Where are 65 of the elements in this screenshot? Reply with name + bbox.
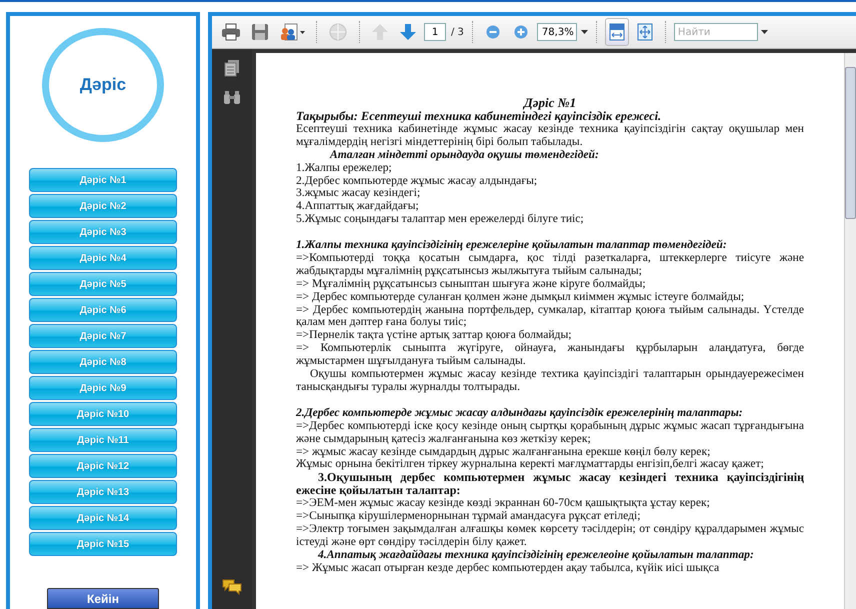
fit-width-button[interactable]: [604, 18, 629, 46]
lecture-button[interactable]: Дәріс №13: [29, 480, 177, 504]
comments-icon[interactable]: [222, 579, 242, 595]
document-heading: Тақырыбы: Есептеуші техника кабинетіндегі қауіпсіздік ережесі.: [296, 110, 662, 123]
document-paragraph: 4.Аппаттық жағдайдағы;: [296, 200, 420, 214]
zoom-in-icon: [514, 25, 528, 39]
document-paragraph: =>Компьютерді тоққа қосатын сымдарға, қос тілді разеткаларға, штеккерлерге тиісуге және жабдықтарды мұғалімнің рұқсатынсыз жылжытуға тыйым салынады;: [296, 252, 804, 278]
document-heading: 4.Аппатық жағдайдағы техника қауіпсіздігінің ережелеоіне қойылатын талаптар:: [316, 548, 755, 562]
document-paragraph: => Компьютерлік сыныпта жүгіруге, ойнауға, жанындағы құрбыларын алаңдатуға, бөгде жұмыстармен шұғылдануға тыйым салынады.: [296, 342, 804, 368]
page-total: / 3: [451, 26, 464, 38]
document-paragraph: => жұмыс жасау кезінде сымдардың дұрыс жалғанғанына ерекше көңіл бөлу керек;: [296, 446, 712, 458]
lecture-button[interactable]: Дәріс №14: [29, 506, 177, 530]
document-title: Дәріс №1: [522, 95, 578, 110]
lecture-button[interactable]: Дәріс №3: [29, 220, 177, 244]
document-paragraph: =>Дербес компьютерді іске қосу кезінде оның сыртқы қорабының дұрыс жұмыс жасап тұрғандығына және сымдарының қатесіз жалғанғанына көз жеткізу керек;: [296, 420, 804, 446]
lecture-button[interactable]: Дәріс №8: [29, 350, 177, 374]
document-paragraph: Есептеуші техника кабинетінде жұмыс жасау кезінде техника қауіпсіздігін сақтау оқушылар мен мұғалімдердің негізгі міндеттерінің бірі болып табылады.: [296, 122, 804, 149]
binoculars-icon[interactable]: [223, 91, 241, 105]
lecture-button[interactable]: Дәріс №12: [29, 454, 177, 478]
document-people-icon: [279, 23, 305, 41]
document-paragraph: =>Пернелік тақта үстіне артық заттар қоюға болмайды;: [296, 329, 572, 342]
print-icon: [221, 23, 241, 41]
lecture-button[interactable]: Дәріс №6: [29, 298, 177, 322]
document-paragraph: =>ЭЕМ-мен жұмыс жасау кезінде көзді экраннан 60-70см қашықтықта ұстау керек;: [296, 497, 711, 510]
document-paragraph: 3.жұмыс жасау кезіндегі;: [296, 187, 420, 200]
caret-icon: [580, 30, 588, 34]
logo-text: Дәріс: [80, 75, 126, 96]
document-paragraph: => Жұмыс жасап отырған кезде дербес компьютерден ақау табылса, күйік иісі шықса: [296, 562, 720, 575]
document-heading: 3.Оқушының дербес компьютермен жұмыс жасау кезіндегі техника қауіпсіздігінің ежесіне қойылатын талаптар:: [296, 471, 804, 498]
search-field[interactable]: Найти: [674, 23, 758, 41]
lecture-button[interactable]: Дәріс №2: [29, 194, 177, 218]
document-heading: 2.Дербес компьютерде жұмыс жасау алдындағы қауіпсіздік ережелерінің талаптары:: [296, 406, 744, 420]
document-paragraph: => Дербес компьютерде суланған қолмен және дымқыл киіммен жұмыс істеуге болмайды;: [296, 290, 746, 304]
document-paragraph: 2.Дербес компьютерде жұмыс жасау алдындағы;: [296, 174, 538, 188]
document-paragraph: 5.Жұмыс соңындағы талаптар мен ережелерді білуге тиіс;: [296, 213, 585, 226]
scrollbar-thumb[interactable]: [845, 67, 856, 219]
lecture-button[interactable]: Дәріс №10: [29, 402, 177, 426]
lecture-button[interactable]: Дәріс №9: [29, 376, 177, 400]
lecture-button[interactable]: Дәріс №11: [29, 428, 177, 452]
pages-icon[interactable]: [224, 59, 240, 77]
document-paragraph: => Мұғалімнің рұқсатынсыз сыныптан шығуға және кіруге болмайды;: [296, 278, 647, 291]
document-paragraph: => Дербес компьютердің жанына портфельдер, сумкалар, кітаптар қоюға тыйым салынады. Үстелде қалам мен дәптер ғана болуы тиіс;: [296, 304, 804, 330]
save-icon: [251, 23, 269, 41]
zoom-out-icon: [486, 25, 500, 39]
lecture-button[interactable]: Дәріс №1: [29, 168, 177, 192]
page-number-field[interactable]: 1: [424, 23, 446, 41]
document-heading: 1.Жалпы техника қауіпсіздігінің ережелеріне қойылатын талаптар төмендегідей:: [296, 239, 728, 252]
document-paragraph: =>Сыныпқа кірушілерменорнынан тұрмай амандасуға рұқсат етіледі;: [296, 510, 642, 523]
fit-width-icon: [608, 23, 626, 41]
globe-icon: [328, 23, 348, 41]
lecture-button[interactable]: Дәріс №4: [29, 246, 177, 270]
lecture-button[interactable]: Дәріс №15: [29, 532, 177, 556]
fit-page-icon: [636, 23, 654, 41]
next-button[interactable]: Кейін: [47, 588, 159, 609]
scrollbar[interactable]: [844, 53, 856, 609]
document-heading: Аталған міндетті орындауда оқушы төмендегідей:: [328, 148, 600, 162]
lecture-button[interactable]: Дәріс №7: [29, 324, 177, 348]
document-paragraph: =>Электр тоғымен зақымдалған алғашқы көмек көрсету тәсілдерін; от сөндіру құралдарымен жұмыс істеуді және өрт сөндіру тәсілдерін білу қажет.: [296, 522, 804, 549]
document-paragraph: 1.Жалпы ережелер;: [296, 162, 393, 175]
lecture-button[interactable]: Дәріс №5: [29, 272, 177, 296]
up-arrow-icon: [371, 23, 389, 41]
document-paragraph: Оқушы компьютермен жұмыс жасау кезінде техтика қауіпсіздігі талаптарын орындауережесімен танысқандығы туралы журналды толтырады.: [296, 368, 804, 394]
down-arrow-icon: [399, 23, 417, 41]
caret-icon[interactable]: [760, 30, 768, 34]
document-paragraph: Жұмыс орнына бекітілген тіркеу журналына керекті мағлұматтарды енгізіп,белгі жасау қажет;: [296, 458, 765, 472]
